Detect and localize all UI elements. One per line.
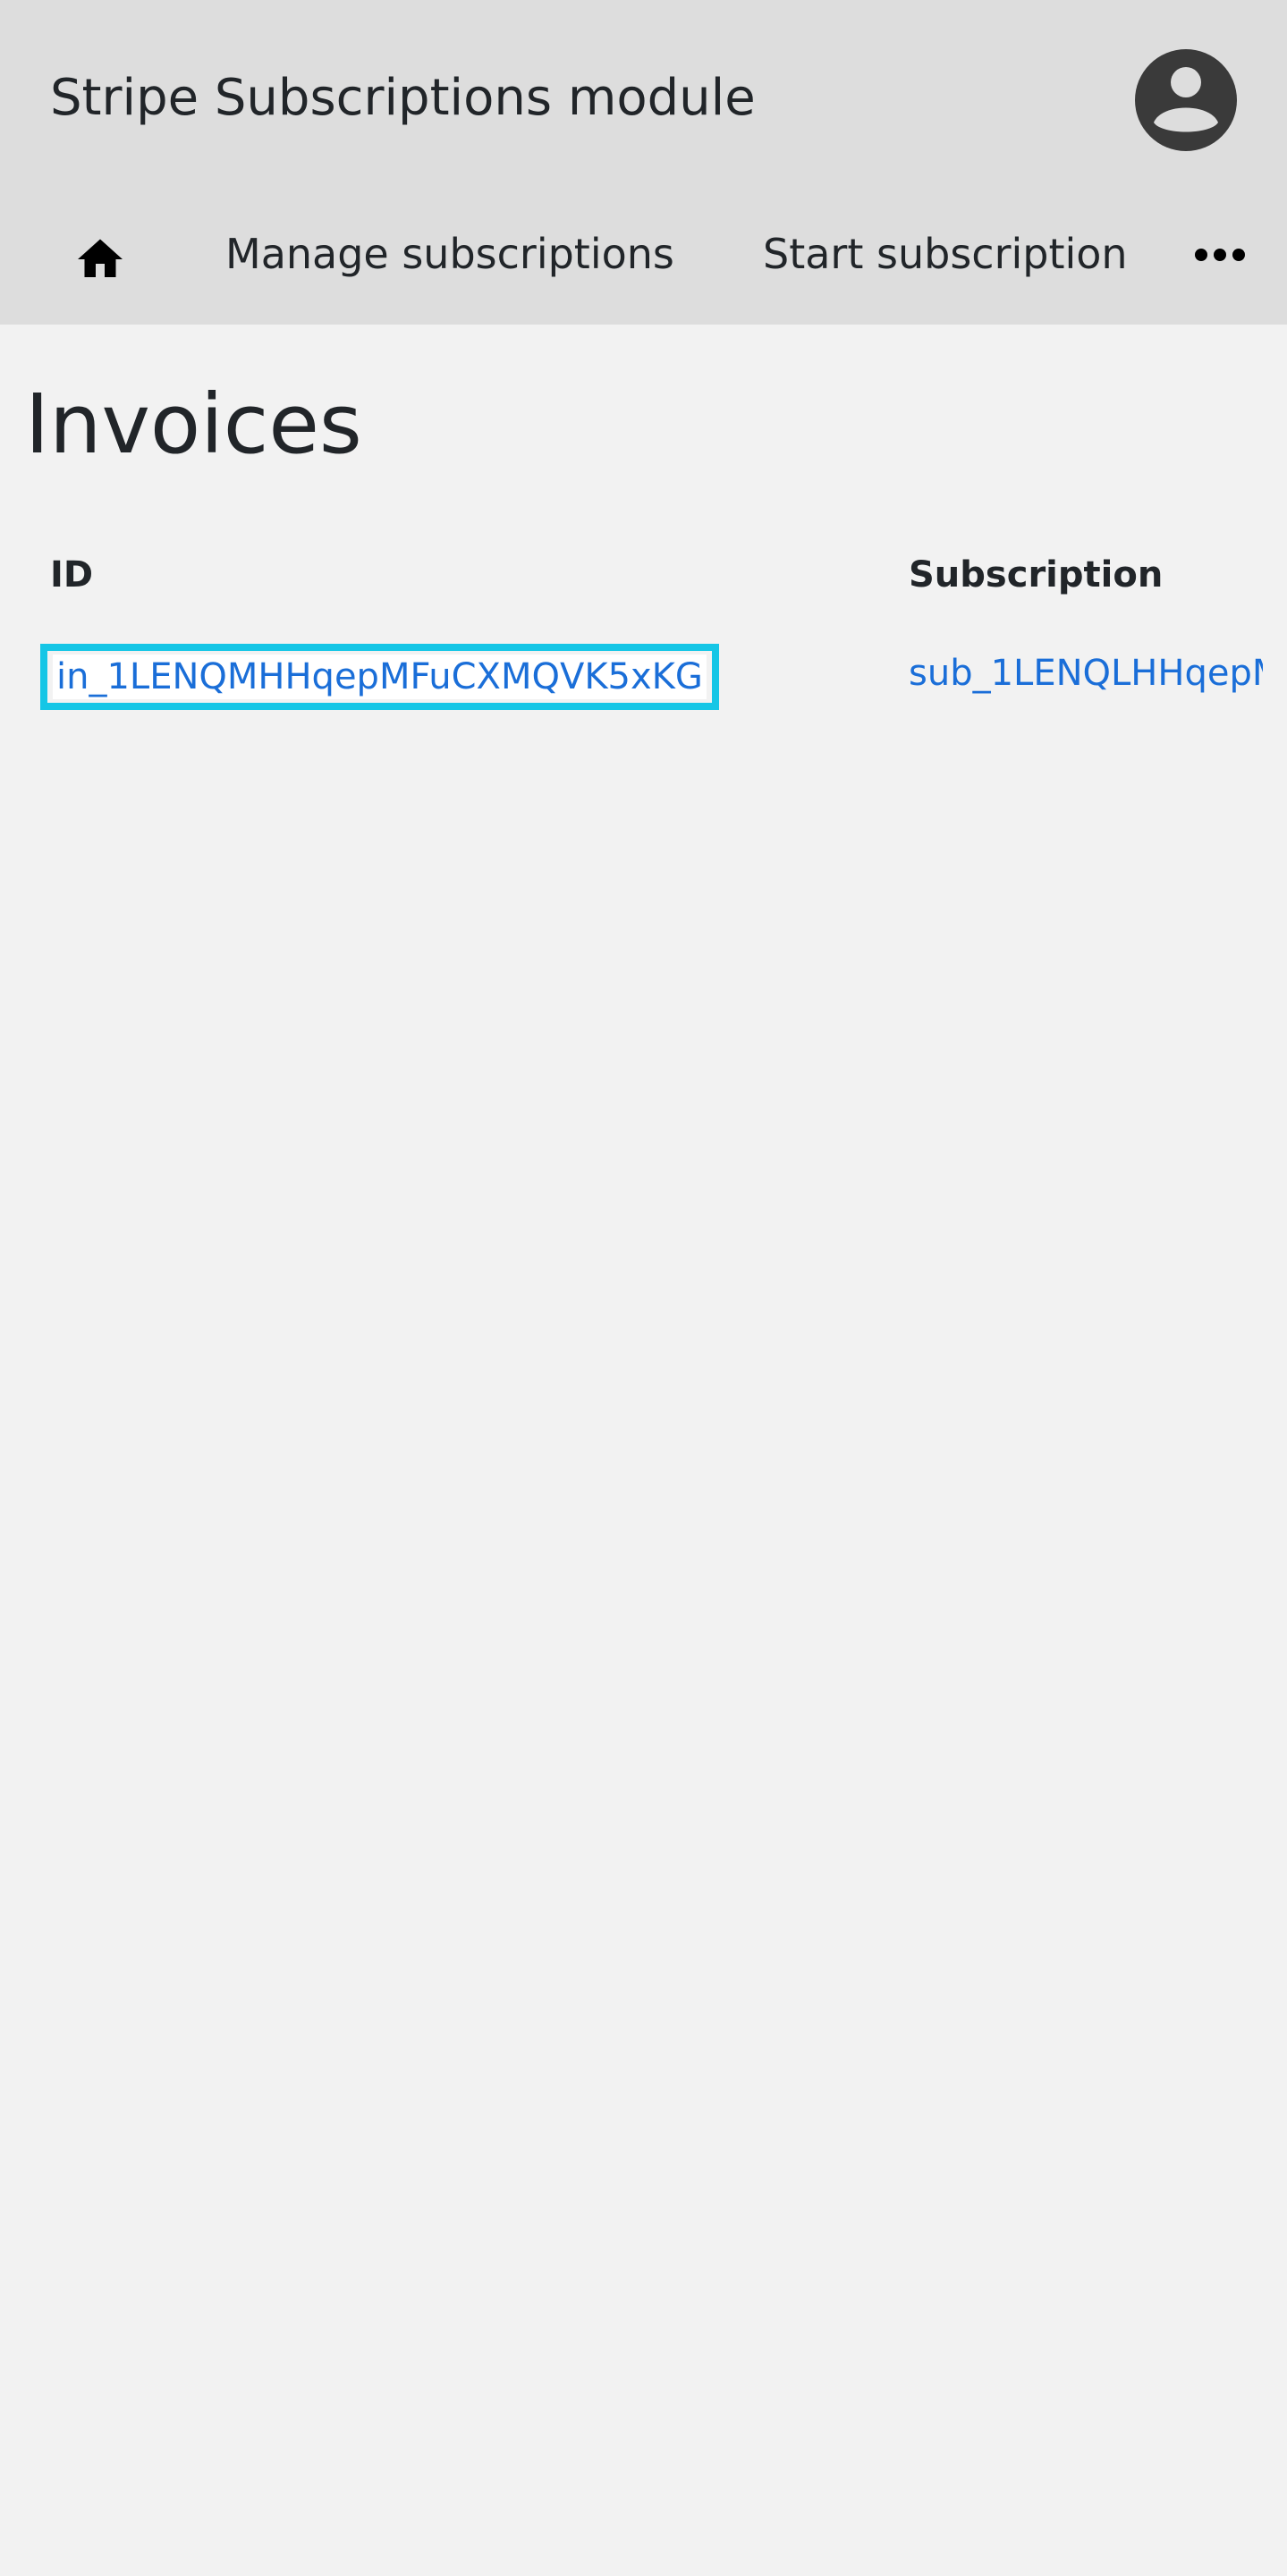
subscription-id-link[interactable]: sub_1LENQLHHqepMFuCX bbox=[909, 651, 1263, 696]
nav-more-button[interactable] bbox=[1193, 241, 1247, 268]
invoice-id-text: in_1LENQMHHqepMFuCXMQVK5xKG bbox=[53, 655, 707, 699]
app-title: Stripe Subscriptions module bbox=[50, 69, 756, 127]
nav-manage-subscriptions[interactable]: Manage subscriptions bbox=[225, 227, 674, 281]
column-header-id: ID bbox=[50, 554, 94, 595]
page-title: Invoices bbox=[25, 376, 362, 472]
user-avatar[interactable] bbox=[1135, 49, 1237, 151]
account-circle-icon bbox=[1135, 49, 1237, 151]
app-header: Stripe Subscriptions module Manage subsc… bbox=[0, 0, 1287, 325]
invoices-table: ID Subscription in_1LENQMHHqepMFuCXMQVK5… bbox=[0, 536, 1287, 715]
nav-start-subscription[interactable]: Start subscription bbox=[763, 227, 1128, 281]
main-nav: Manage subscriptions Start subscription bbox=[0, 206, 1287, 304]
home-icon bbox=[78, 239, 123, 277]
column-header-subscription: Subscription bbox=[909, 554, 1164, 595]
invoice-id-link[interactable]: in_1LENQMHHqepMFuCXMQVK5xKG bbox=[40, 644, 719, 710]
more-horizontal-icon bbox=[1195, 249, 1245, 261]
nav-home-button[interactable] bbox=[73, 232, 127, 286]
